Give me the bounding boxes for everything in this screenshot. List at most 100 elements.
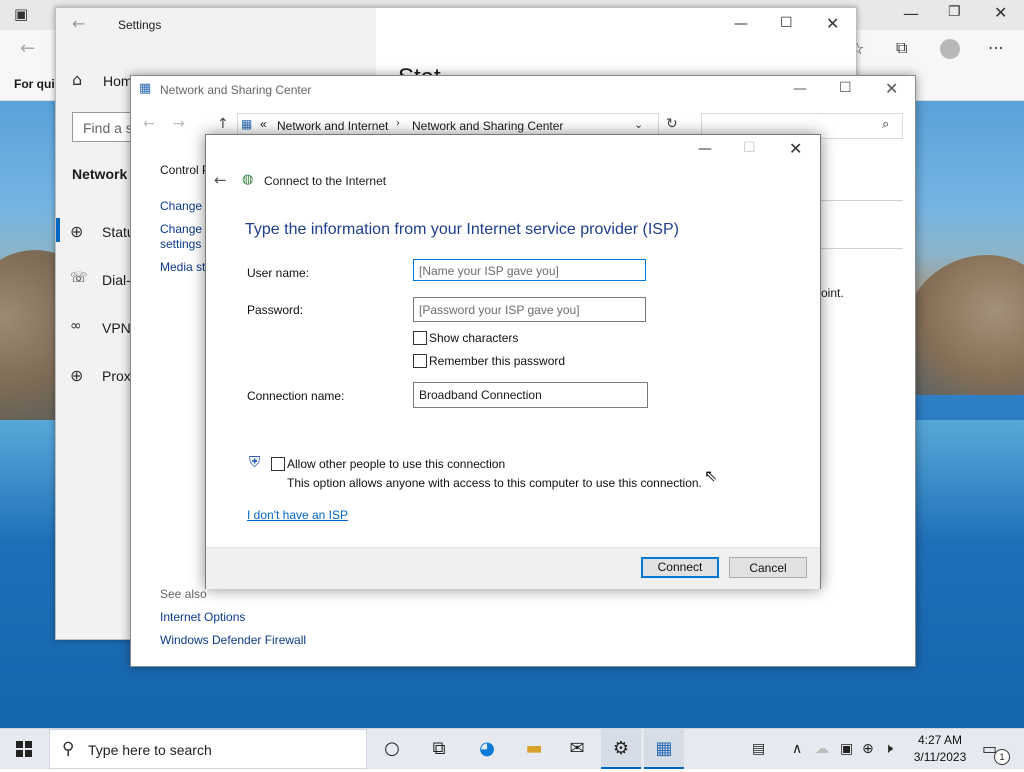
profile-avatar-icon[interactable] — [940, 39, 960, 59]
connect-button[interactable]: Connect — [641, 557, 719, 578]
see-also-internet-options[interactable]: Internet Options — [160, 610, 245, 624]
password-input[interactable]: [Password your ISP gave you] — [413, 297, 646, 322]
taskbar: ⚲ Type here to search ○ ⧉ ◕ ▬ ✉ ⚙ ▦ ▤ ∧ … — [0, 728, 1024, 769]
nsc-left-link-media-streaming[interactable]: Media st — [160, 260, 205, 274]
wallpaper-hill-right — [905, 255, 1024, 395]
settings-nav-label: VPN — [102, 320, 131, 336]
connect-internet-dialog: — ☐ ✕ ← ◍ Connect to the Internet Type t… — [205, 134, 821, 589]
nsc-divider — [821, 248, 903, 249]
nsc-up-icon[interactable]: ↑ — [217, 116, 229, 132]
breadcrumb-separator-icon: › — [396, 118, 400, 129]
settings-nav-status[interactable]: ⊕ Statu — [70, 222, 135, 241]
settings-minimize-icon[interactable]: — — [734, 16, 748, 32]
connect-globe-icon: ◍ — [242, 172, 254, 187]
dialog-back-icon[interactable]: ← — [214, 171, 227, 189]
vpn-icon: ∞ — [70, 318, 82, 334]
notification-count-badge: 1 — [994, 749, 1010, 765]
nsc-refresh-icon[interactable]: ↻ — [666, 116, 678, 132]
search-magnifier-icon: ⚲ — [62, 739, 75, 759]
notifications-icon[interactable]: ▭ — [982, 729, 997, 769]
settings-search-placeholder: Find a s — [83, 120, 133, 136]
settings-close-icon[interactable]: ✕ — [826, 14, 839, 33]
allow-others-checkbox[interactable] — [271, 457, 285, 471]
restore-icon[interactable]: ❐ — [948, 4, 961, 20]
nsc-maximize-icon[interactable]: ☐ — [839, 80, 852, 96]
taskbar-clock[interactable]: 4:27 AM 3/11/2023 — [910, 732, 970, 766]
tray-chevron-up-icon[interactable]: ∧ — [792, 729, 802, 769]
cortana-icon[interactable]: ○ — [372, 729, 412, 769]
uac-shield-icon: ⛨ — [249, 453, 261, 471]
tray-meet-icon[interactable]: ▣ — [840, 729, 853, 769]
clock-date: 3/11/2023 — [913, 750, 967, 764]
back-arrow-icon[interactable]: ← — [20, 38, 35, 59]
password-placeholder: [Password your ISP gave you] — [419, 303, 580, 317]
taskbar-search-box[interactable]: ⚲ Type here to search — [49, 729, 367, 769]
tab-actions-icon[interactable]: ▣ — [14, 5, 28, 23]
nsc-title: Network and Sharing Center — [160, 83, 312, 97]
network-center-icon: ▦ — [139, 81, 152, 96]
breadcrumb-network-sharing[interactable]: Network and Sharing Center — [412, 119, 563, 133]
settings-nav-label: Dial- — [102, 272, 131, 288]
address-network-icon: ▦ — [241, 117, 253, 131]
dialog-heading: Type the information from your Internet … — [245, 221, 679, 238]
tray-keyboard-icon[interactable]: ▤ — [752, 729, 765, 769]
nsc-divider — [821, 200, 903, 201]
allow-others-label[interactable]: Allow other people to use this connectio… — [287, 457, 505, 471]
task-view-icon[interactable]: ⧉ — [419, 729, 459, 769]
tray-cloud-icon[interactable]: ☁ — [815, 729, 829, 769]
connection-name-input[interactable]: Broadband Connection — [413, 382, 648, 408]
settings-nav-proxy[interactable]: ⊕ Prox — [70, 366, 131, 385]
username-placeholder: [Name your ISP gave you] — [419, 264, 559, 278]
nsc-forward-icon[interactable]: → — [173, 116, 185, 132]
dialog-minimize-icon[interactable]: — — [698, 141, 712, 157]
mail-icon[interactable]: ✉ — [557, 729, 597, 769]
username-label: User name: — [247, 266, 310, 280]
dialog-title: Connect to the Internet — [264, 174, 387, 188]
breadcrumb-network-internet[interactable]: Network and Internet — [277, 119, 388, 133]
edge-browser-icon[interactable]: ◕ — [467, 729, 507, 769]
connection-name-value: Broadband Connection — [419, 388, 542, 402]
password-label: Password: — [247, 303, 304, 317]
nsc-right-text: oint. — [821, 286, 844, 300]
no-isp-link[interactable]: I don't have an ISP — [247, 508, 348, 522]
nsc-close-icon[interactable]: ✕ — [885, 79, 898, 98]
file-explorer-icon[interactable]: ▬ — [514, 729, 554, 769]
settings-back-icon[interactable]: ← — [72, 14, 85, 33]
dialog-close-icon[interactable]: ✕ — [789, 139, 802, 158]
taskbar-search-placeholder: Type here to search — [88, 742, 212, 758]
show-characters-checkbox[interactable] — [413, 331, 427, 345]
start-windows-icon[interactable] — [4, 729, 44, 769]
tray-volume-muted-icon[interactable]: 🕨 — [884, 729, 893, 769]
dialog-footer: Connect Cancel — [206, 547, 820, 589]
more-options-icon[interactable]: ⋯ — [988, 38, 1004, 57]
close-icon[interactable]: ✕ — [994, 3, 1007, 22]
cancel-button[interactable]: Cancel — [729, 557, 807, 578]
nsc-left-link-control-panel[interactable]: Control P — [160, 163, 210, 177]
remember-password-checkbox[interactable] — [413, 354, 427, 368]
nsc-back-icon[interactable]: ← — [143, 116, 155, 132]
clock-time: 4:27 AM — [917, 733, 963, 747]
settings-nav-dial-up[interactable]: ☏ Dial- — [70, 270, 131, 288]
settings-nav-vpn[interactable]: ∞ VPN — [70, 318, 131, 336]
dialog-maximize-icon: ☐ — [743, 140, 756, 156]
nsc-minimize-icon[interactable]: — — [793, 81, 807, 97]
show-characters-label[interactable]: Show characters — [429, 331, 518, 345]
username-input[interactable]: [Name your ISP gave you] — [413, 259, 646, 281]
settings-maximize-icon[interactable]: ☐ — [780, 15, 793, 31]
settings-nav-label: Prox — [102, 368, 131, 384]
proxy-globe-icon: ⊕ — [70, 366, 84, 385]
collections-icon[interactable]: ⧉ — [896, 38, 907, 58]
minimize-icon[interactable]: — — [903, 4, 919, 23]
address-dropdown-icon[interactable]: ⌄ — [634, 118, 643, 131]
breadcrumb-chevrons[interactable]: « — [260, 117, 267, 131]
settings-home-label[interactable]: Hom — [103, 73, 133, 89]
globe-network-icon: ⊕ — [70, 222, 84, 241]
tray-network-icon[interactable]: ⊕ — [862, 729, 874, 769]
nsc-left-link-settings[interactable]: settings — [160, 237, 201, 251]
settings-gear-icon[interactable]: ⚙ — [601, 729, 641, 769]
network-center-taskbar-icon[interactable]: ▦ — [644, 729, 684, 769]
see-also-firewall[interactable]: Windows Defender Firewall — [160, 633, 306, 647]
mouse-cursor-icon: ⇖ — [704, 466, 718, 485]
settings-section-title: Network — [72, 166, 128, 182]
remember-password-label[interactable]: Remember this password — [429, 354, 565, 368]
